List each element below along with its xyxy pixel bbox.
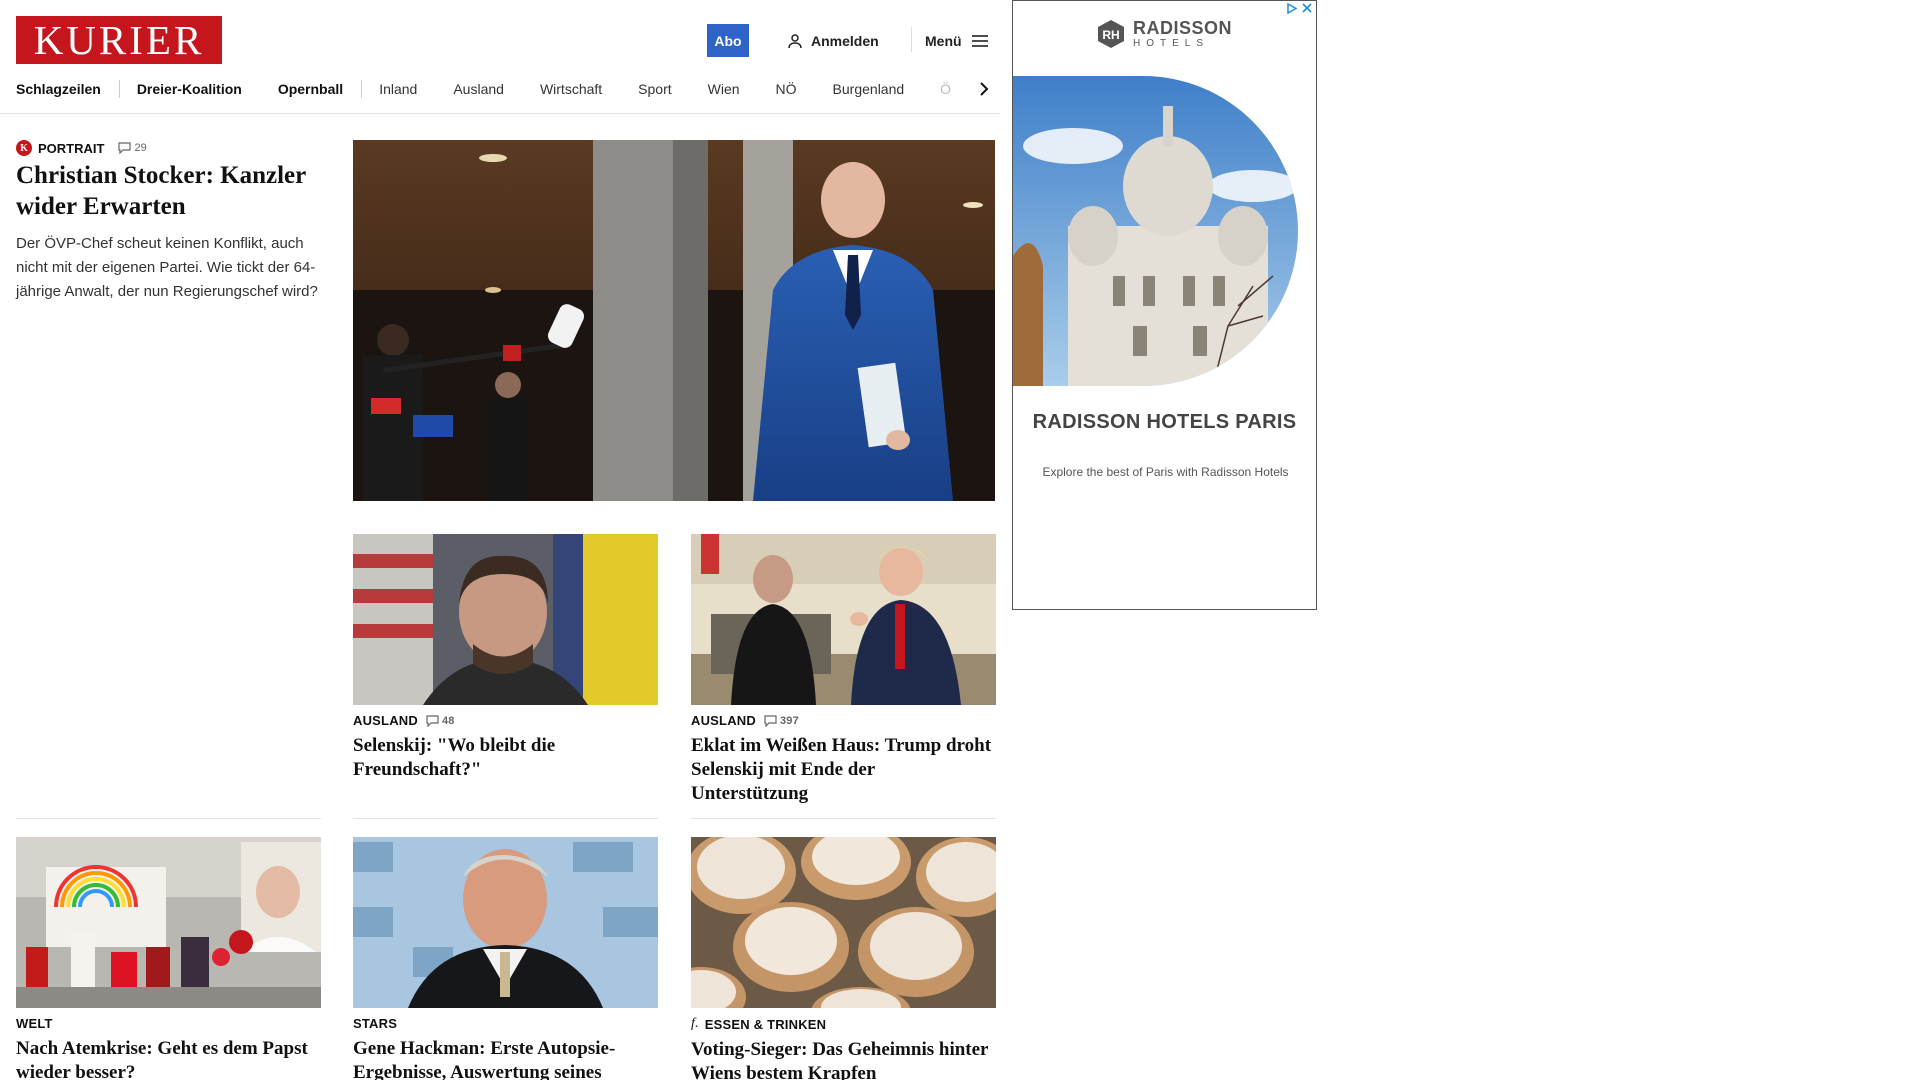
kurier-plus-icon: K bbox=[16, 140, 32, 156]
card-comments[interactable]: 397 bbox=[764, 715, 799, 727]
ad-description: Explore the best of Paris with Radisson … bbox=[1042, 465, 1289, 479]
row-divider bbox=[16, 818, 321, 819]
header-rule bbox=[0, 113, 1000, 114]
card-photo-white-house[interactable] bbox=[691, 534, 996, 705]
login-label: Anmelden bbox=[811, 33, 879, 49]
ad-photo-sacre-coeur[interactable] bbox=[1013, 76, 1298, 386]
ad-brand: RH RADISSON HOTELS bbox=[1013, 19, 1316, 49]
menu-label: Menü bbox=[925, 33, 962, 49]
close-icon[interactable] bbox=[1302, 3, 1312, 13]
header-divider bbox=[911, 27, 912, 52]
article-card[interactable]: STARS Gene Hackman: Erste Autopsie-Ergeb… bbox=[353, 837, 658, 1080]
card-photo-hackman[interactable] bbox=[353, 837, 658, 1008]
row-divider bbox=[691, 818, 996, 819]
ad-choices[interactable] bbox=[1287, 3, 1312, 14]
card-meta: AUSLAND 48 bbox=[353, 713, 658, 728]
article-card[interactable]: AUSLAND 48 Selenskij: "Wo bleibt die Fre… bbox=[353, 534, 658, 782]
nav-divider bbox=[361, 80, 363, 98]
comment-icon bbox=[118, 142, 132, 154]
card-category[interactable]: AUSLAND bbox=[353, 713, 418, 728]
kurier-logo[interactable]: KURIER bbox=[16, 16, 222, 64]
nav-item-wirtschaft[interactable]: Wirtschaft bbox=[540, 81, 602, 97]
card-category[interactable]: AUSLAND bbox=[691, 713, 756, 728]
nav-item-ausland[interactable]: Ausland bbox=[453, 81, 504, 97]
card-comment-count: 397 bbox=[779, 714, 799, 727]
card-category[interactable]: WELT bbox=[16, 1016, 53, 1031]
section-nav: Schlagzeilen Dreier-Koalition Opernball … bbox=[16, 76, 990, 102]
nav-item-burgenland[interactable]: Burgenland bbox=[833, 81, 905, 97]
card-meta: AUSLAND 397 bbox=[691, 713, 996, 728]
lead-teaser: Der ÖVP-Chef scheut keinen Konflikt, auc… bbox=[16, 235, 318, 300]
adchoices-play-icon[interactable] bbox=[1287, 3, 1297, 14]
nav-scroll-right[interactable] bbox=[975, 76, 993, 102]
card-headline[interactable]: Gene Hackman: Erste Autopsie-Ergebnisse,… bbox=[353, 1037, 658, 1080]
card-comment-count: 48 bbox=[441, 714, 455, 727]
lead-photo[interactable] bbox=[353, 140, 995, 501]
nav-item-schlagzeilen[interactable]: Schlagzeilen bbox=[16, 81, 101, 97]
lead-headline[interactable]: Christian Stocker: Kanzler wider Erwarte… bbox=[16, 160, 326, 222]
article-card[interactable]: WELT Nach Atemkrise: Geht es dem Papst w… bbox=[16, 837, 321, 1080]
article-card[interactable]: f. ESSEN & TRINKEN Voting-Sieger: Das Ge… bbox=[691, 837, 996, 1080]
lead-meta: K PORTRAIT 29 bbox=[16, 140, 147, 156]
lead-comment-count: 29 bbox=[134, 142, 147, 154]
ad-brand-sub: HOTELS bbox=[1132, 38, 1209, 49]
nav-item-sport[interactable]: Sport bbox=[638, 81, 671, 97]
card-headline[interactable]: Selenskij: "Wo bleibt die Freundschaft?" bbox=[353, 734, 658, 782]
card-meta: WELT bbox=[16, 1016, 321, 1031]
menu-button[interactable]: Menü bbox=[925, 30, 988, 52]
card-headline[interactable]: Nach Atemkrise: Geht es dem Papst wieder… bbox=[16, 1037, 321, 1080]
nav-item-inland[interactable]: Inland bbox=[379, 81, 417, 97]
nav-item-wien[interactable]: Wien bbox=[708, 81, 740, 97]
card-photo-selenskij[interactable] bbox=[353, 534, 658, 705]
card-photo-papst[interactable] bbox=[16, 837, 321, 1008]
abo-button[interactable]: Abo bbox=[707, 24, 749, 57]
card-category[interactable]: ESSEN & TRINKEN bbox=[705, 1017, 826, 1032]
user-icon bbox=[788, 34, 802, 49]
radisson-logo-icon: RH bbox=[1097, 20, 1124, 48]
nav-item-truncated[interactable]: Ö bbox=[940, 81, 951, 97]
svg-text:RH: RH bbox=[1102, 28, 1119, 42]
card-meta: f. ESSEN & TRINKEN bbox=[691, 1016, 996, 1032]
lead-comments[interactable]: 29 bbox=[118, 142, 147, 154]
card-headline[interactable]: Eklat im Weißen Haus: Trump droht Selens… bbox=[691, 734, 996, 806]
card-comments[interactable]: 48 bbox=[426, 715, 455, 727]
card-headline[interactable]: Voting-Sieger: Das Geheimnis hinter Wien… bbox=[691, 1038, 996, 1080]
ad-brand-name: RADISSON bbox=[1132, 18, 1232, 38]
comment-icon bbox=[764, 714, 777, 727]
site-header: KURIER Abo Anmelden Menü Schlagzeilen Dr… bbox=[0, 0, 1000, 114]
ad-headline[interactable]: RADISSON HOTELS PARIS bbox=[1013, 411, 1316, 433]
login-button[interactable]: Anmelden bbox=[787, 30, 879, 52]
lead-category[interactable]: PORTRAIT bbox=[38, 141, 104, 156]
nav-divider bbox=[118, 80, 120, 98]
ad-banner[interactable]: RH RADISSON HOTELS RADISSON HOTELS PARIS… bbox=[1012, 0, 1317, 610]
nav-item-opernball[interactable]: Opernball bbox=[278, 81, 343, 97]
card-photo-krapfen[interactable] bbox=[691, 837, 996, 1008]
nav-item-dreier-koalition[interactable]: Dreier-Koalition bbox=[137, 81, 242, 97]
chevron-right-icon bbox=[980, 82, 989, 96]
article-card[interactable]: AUSLAND 397 Eklat im Weißen Haus: Trump … bbox=[691, 534, 996, 806]
hamburger-icon bbox=[971, 35, 988, 47]
comment-icon bbox=[426, 714, 439, 727]
row-divider bbox=[353, 818, 658, 819]
feinschmecker-icon: f. bbox=[691, 1016, 699, 1031]
nav-item-noe[interactable]: NÖ bbox=[776, 81, 797, 97]
card-meta: STARS bbox=[353, 1016, 658, 1031]
card-category[interactable]: STARS bbox=[353, 1016, 397, 1031]
